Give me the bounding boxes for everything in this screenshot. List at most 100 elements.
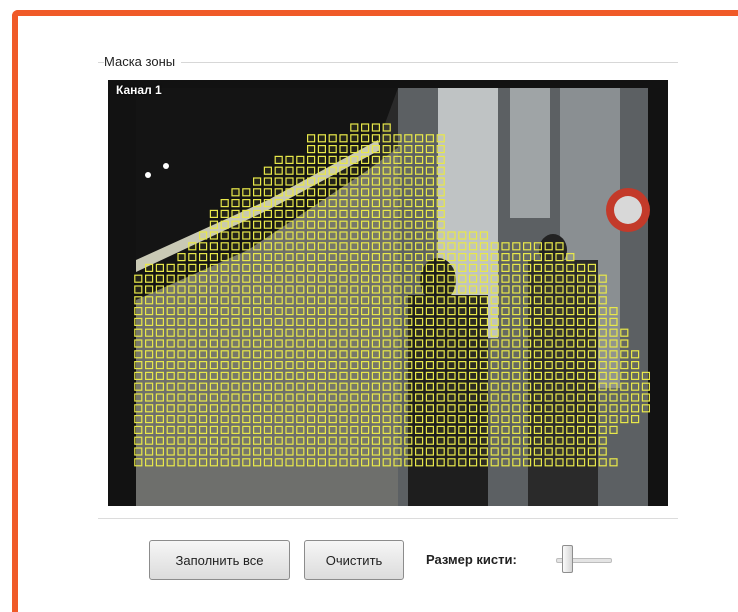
channel-label: Канал 1 <box>116 83 162 97</box>
mask-cell <box>598 350 607 359</box>
mask-cell <box>198 350 208 359</box>
mask-cell <box>177 393 186 402</box>
mask-cell <box>296 393 305 402</box>
groupbox-border <box>98 62 678 63</box>
mask-cell <box>555 339 564 348</box>
mask-cell <box>155 436 165 445</box>
mask-cell <box>307 134 316 143</box>
mask-cell <box>209 361 219 370</box>
mask-cell <box>523 350 532 359</box>
brush-size-slider[interactable] <box>556 545 612 575</box>
mask-cell <box>425 263 434 272</box>
mask-cell <box>339 393 348 402</box>
mask-cell <box>382 144 391 154</box>
mask-cell <box>242 317 251 326</box>
mask-cell <box>328 393 337 402</box>
mask-cell <box>609 425 618 434</box>
mask-cell <box>242 371 251 380</box>
mask-cell <box>253 425 262 434</box>
mask-cell <box>317 253 326 262</box>
mask-cell <box>587 317 596 326</box>
mask-cell <box>544 436 553 445</box>
mask-cell <box>555 425 564 434</box>
mask-cell <box>263 220 272 229</box>
slider-thumb[interactable] <box>562 545 573 573</box>
mask-cell <box>134 415 143 424</box>
mask-cell <box>144 447 154 456</box>
mask-cell <box>371 123 380 132</box>
mask-cell <box>490 447 499 456</box>
mask-cell <box>436 361 445 370</box>
mask-cell <box>425 317 434 326</box>
mask-cell <box>198 253 208 262</box>
mask-cell <box>285 307 294 316</box>
mask-cell <box>425 177 434 186</box>
mask-cell <box>501 307 510 316</box>
mask-cell <box>490 361 499 370</box>
mask-cell <box>209 328 219 337</box>
mask-cell <box>566 253 575 262</box>
mask-cell <box>630 393 640 402</box>
mask-cell <box>404 328 413 337</box>
mask-cell <box>263 231 272 240</box>
mask-cell <box>296 188 305 197</box>
mask-cell <box>458 285 467 294</box>
mask-cell <box>317 317 326 326</box>
mask-cell <box>361 242 370 251</box>
mask-cell <box>587 307 596 316</box>
mask-cell <box>533 425 542 434</box>
mask-cell <box>587 404 596 413</box>
mask-cell <box>469 263 478 272</box>
mask-cell <box>350 263 359 272</box>
mask-cell <box>393 436 402 445</box>
mask-cell <box>415 242 424 251</box>
fill-all-button[interactable]: Заполнить все <box>149 540 290 580</box>
mask-cell <box>555 404 564 413</box>
mask-cell <box>490 425 499 434</box>
mask-cell <box>458 425 467 434</box>
mask-cell <box>242 458 251 467</box>
mask-cell <box>296 263 305 272</box>
mask-cell <box>134 361 143 370</box>
mask-cell <box>371 134 380 143</box>
mask-cell <box>220 393 229 402</box>
mask-cell <box>371 458 380 467</box>
mask-cell <box>285 166 294 175</box>
mask-cell <box>155 415 165 424</box>
mask-cell <box>361 134 370 143</box>
mask-cell <box>479 231 488 240</box>
mask-cell <box>220 339 229 348</box>
mask-cell <box>166 285 175 294</box>
mask-cell <box>371 425 380 434</box>
video-preview[interactable]: Канал 1 <box>108 80 668 506</box>
mask-cell <box>263 253 272 262</box>
mask-cell <box>393 242 402 251</box>
mask-cell <box>307 155 316 165</box>
mask-cell <box>274 242 283 251</box>
camera-frame <box>108 80 668 506</box>
mask-cell <box>512 307 521 316</box>
mask-cell <box>361 253 370 262</box>
mask-cell <box>469 404 478 413</box>
mask-cell <box>425 166 434 175</box>
mask-cell <box>134 404 143 413</box>
mask-cell <box>501 296 510 305</box>
clear-button[interactable]: Очистить <box>304 540 404 580</box>
mask-cell <box>447 317 456 326</box>
mask-cell <box>598 415 607 424</box>
mask-cell <box>144 307 154 316</box>
mask-cell <box>274 177 283 186</box>
mask-cell <box>382 134 391 143</box>
mask-cell <box>134 296 143 305</box>
mask-cell <box>479 274 488 283</box>
mask-cell <box>404 436 413 445</box>
mask-cell <box>317 285 326 294</box>
mask-cell <box>361 188 370 197</box>
mask-cell <box>404 177 413 186</box>
mask-cell <box>339 436 348 445</box>
mask-cell <box>317 166 326 175</box>
mask-cell <box>242 263 251 272</box>
mask-cell <box>307 350 316 359</box>
mask-cell <box>242 404 251 413</box>
mask-cell <box>382 253 391 262</box>
